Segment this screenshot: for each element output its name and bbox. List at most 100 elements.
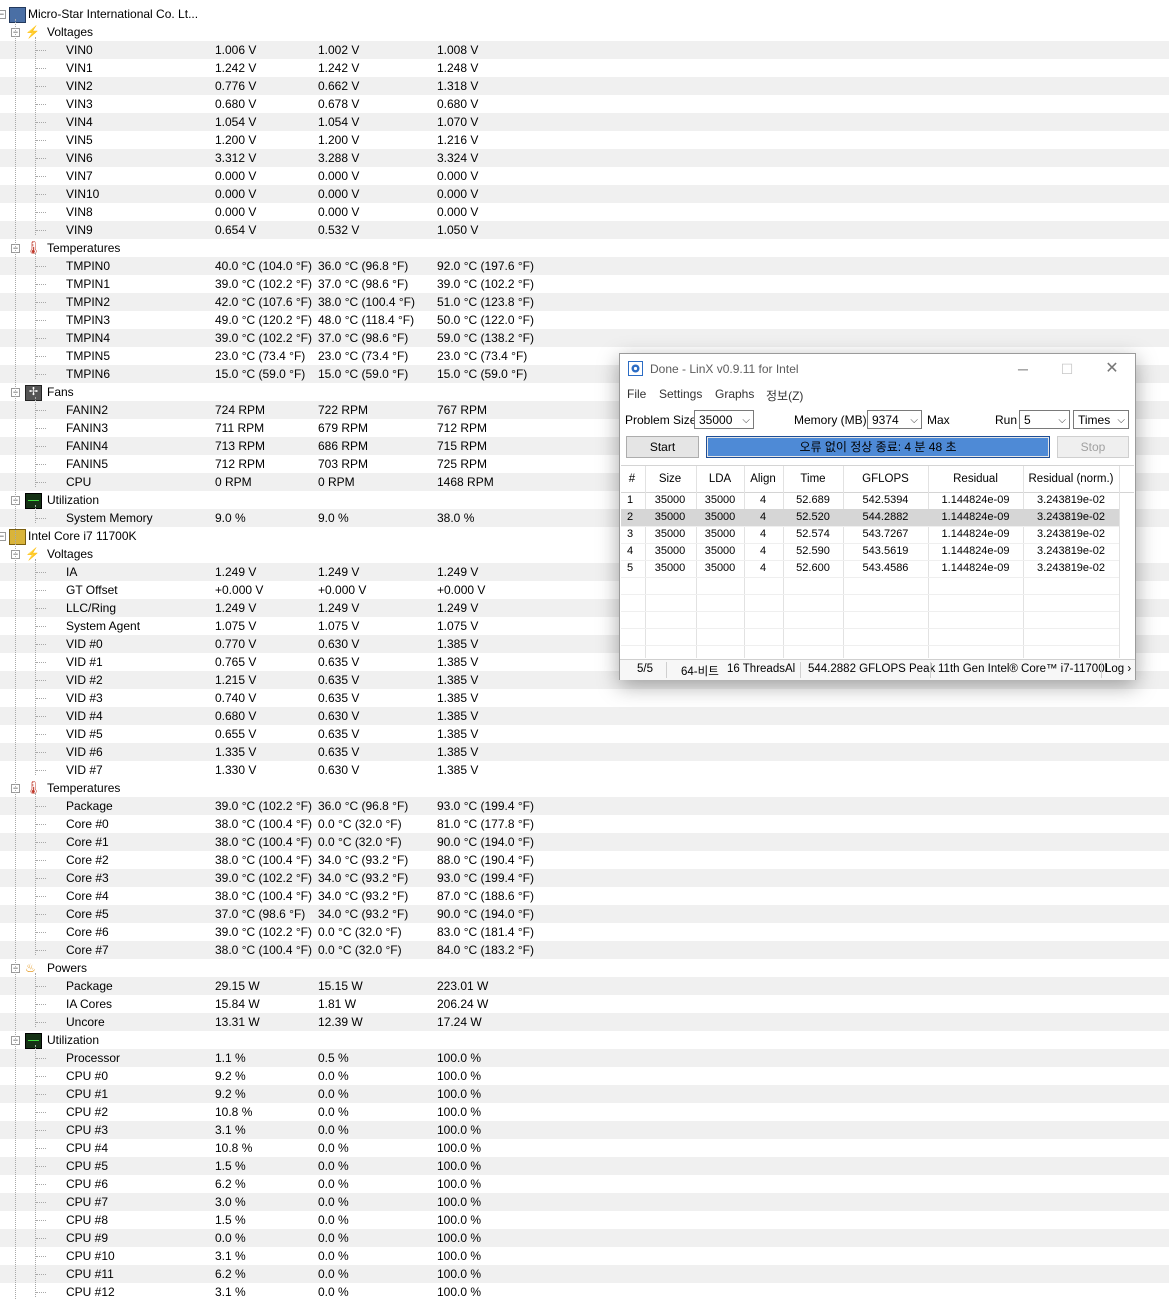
column-header[interactable]: Size [645,466,695,492]
sensor-row[interactable]: VIN0 1.006 V 1.002 V 1.008 V [0,41,1169,59]
close-button[interactable]: ✕ [1097,358,1127,380]
problem-size-combo[interactable]: 35000 ⌵ [694,410,754,429]
sensor-row[interactable]: CPU #1 9.2 % 0.0 % 100.0 % [0,1085,1169,1103]
tree-connector [36,1076,46,1077]
start-button[interactable]: Start [626,436,699,458]
sensor-row[interactable]: Processor 1.1 % 0.5 % 100.0 % [0,1049,1169,1067]
stop-button[interactable]: Stop [1057,436,1129,458]
value-current: 1.075 V [215,619,257,633]
value-max: 0.000 V [437,187,479,201]
sensor-row[interactable]: Core #4 38.0 °C (100.4 °F) 34.0 °C (93.2 °… [0,887,1169,905]
sensor-row[interactable]: VIN9 0.654 V 0.532 V 1.050 V [0,221,1169,239]
sensor-row[interactable]: CPU #2 10.8 % 0.0 % 100.0 % [0,1103,1169,1121]
menu-file[interactable]: File [627,387,646,401]
sensor-row[interactable]: VID #5 0.655 V 0.635 V 1.385 V [0,725,1169,743]
run-count-combo[interactable]: 5 ⌵ [1019,410,1070,429]
sensor-row[interactable]: CPU #9 0.0 % 0.0 % 100.0 % [0,1229,1169,1247]
sensor-label: VIN10 [66,187,100,201]
menu-info[interactable]: 정보(Z) [766,387,803,404]
sensor-label: CPU #0 [66,1069,109,1083]
sensor-row[interactable]: VIN4 1.054 V 1.054 V 1.070 V [0,113,1169,131]
result-row[interactable]: 1 35000 35000 4 52.689 542.5394 1.144824e-09 3.… [621,492,1119,509]
result-row[interactable]: 4 35000 35000 4 52.590 543.5619 1.144824e-09 3.… [621,543,1119,560]
collapse-toggle-icon[interactable]: − [0,532,6,541]
sensor-row[interactable]: Package 39.0 °C (102.2 °F) 36.0 °C (96.8 °… [0,797,1169,815]
sensor-row[interactable]: VID #4 0.680 V 0.630 V 1.385 V [0,707,1169,725]
results-table[interactable]: # Size LDA Align Time GFLOPS Residual Residual … [621,465,1134,658]
device-row[interactable]: − Micro-Star International Co. Lt... [0,5,1169,23]
sensor-row[interactable]: TMPIN2 42.0 °C (107.6 °F) 38.0 °C (100.4 °… [0,293,1169,311]
sensor-label: VIN5 [66,133,93,147]
sensor-row[interactable]: Core #0 38.0 °C (100.4 °F) 0.0 °C (32.0 °F… [0,815,1169,833]
column-header[interactable]: LDA [696,466,744,492]
sensor-row[interactable]: Core #5 37.0 °C (98.6 °F) 34.0 °C (93.2 °F… [0,905,1169,923]
maximize-button[interactable]: ☐ [1052,358,1082,380]
column-header[interactable]: Residual (norm.) [1023,466,1119,492]
result-row[interactable]: 2 35000 35000 4 52.520 544.2882 1.144824e-09 3.… [621,509,1119,526]
minimize-button[interactable]: ─ [1008,358,1038,380]
group-row[interactable]: − 🌡 Temperatures [0,239,1169,257]
log-button[interactable]: Log › [1105,663,1131,675]
column-header[interactable]: Time [783,466,843,492]
sensor-row[interactable]: CPU #5 1.5 % 0.0 % 100.0 % [0,1157,1169,1175]
result-row[interactable]: 5 35000 35000 4 52.600 543.4586 1.144824e-09 3.… [621,560,1119,577]
sensor-row[interactable]: CPU #6 6.2 % 0.0 % 100.0 % [0,1175,1169,1193]
sensor-row[interactable]: VIN8 0.000 V 0.000 V 0.000 V [0,203,1169,221]
sensor-row[interactable]: CPU #10 3.1 % 0.0 % 100.0 % [0,1247,1169,1265]
value-min: 1.242 V [318,61,360,75]
menu-graphs[interactable]: Graphs [715,387,754,401]
group-row[interactable]: − Utilization [0,1031,1169,1049]
sensor-row[interactable]: Core #1 38.0 °C (100.4 °F) 0.0 °C (32.0 °F… [0,833,1169,851]
sensor-row[interactable]: VID #7 1.330 V 0.630 V 1.385 V [0,761,1169,779]
sensor-row[interactable]: CPU #12 3.1 % 0.0 % 100.0 % [0,1283,1169,1301]
sensor-row[interactable]: IA Cores 15.84 W 1.81 W 206.24 W [0,995,1169,1013]
sensor-row[interactable]: TMPIN4 39.0 °C (102.2 °F) 37.0 °C (98.6 °F… [0,329,1169,347]
sensor-row[interactable]: Core #7 38.0 °C (100.4 °F) 0.0 °C (32.0 °F… [0,941,1169,959]
max-button[interactable]: Max [927,413,950,427]
sensor-row[interactable]: CPU #3 3.1 % 0.0 % 100.0 % [0,1121,1169,1139]
sensor-row[interactable]: VID #3 0.740 V 0.635 V 1.385 V [0,689,1169,707]
sensor-row[interactable]: CPU #0 9.2 % 0.0 % 100.0 % [0,1067,1169,1085]
column-header[interactable]: GFLOPS [843,466,928,492]
sensor-label: IA [66,565,78,579]
sensor-row[interactable]: VID #6 1.335 V 0.635 V 1.385 V [0,743,1169,761]
status-bar: 5/5 64-비트 16 ThreadsAl 544.2882 GFLOPS Peak… [620,659,1135,680]
sensor-row[interactable]: Package 29.15 W 15.15 W 223.01 W [0,977,1169,995]
sensor-row[interactable]: Core #2 38.0 °C (100.4 °F) 34.0 °C (93.2 °… [0,851,1169,869]
sensor-row[interactable]: TMPIN1 39.0 °C (102.2 °F) 37.0 °C (98.6 °F… [0,275,1169,293]
sensor-row[interactable]: Core #6 39.0 °C (102.2 °F) 0.0 °C (32.0 °F… [0,923,1169,941]
run-mode-combo[interactable]: Times ⌵ [1073,410,1129,429]
sensor-row[interactable]: TMPIN0 40.0 °C (104.0 °F) 36.0 °C (96.8 °F… [0,257,1169,275]
menu-settings[interactable]: Settings [659,387,702,401]
title-bar[interactable]: Done - LinX v0.9.11 for Intel ─ ☐ ✕ [620,354,1135,384]
column-header[interactable]: Residual [928,466,1023,492]
sensor-label: Uncore [66,1015,105,1029]
value-current: 0.000 V [215,187,257,201]
group-row[interactable]: − ⚡ Voltages [0,23,1169,41]
sensor-row[interactable]: CPU #11 6.2 % 0.0 % 100.0 % [0,1265,1169,1283]
linx-window[interactable]: Done - LinX v0.9.11 for Intel ─ ☐ ✕ File… [619,353,1136,680]
sensor-row[interactable]: VIN6 3.312 V 3.288 V 3.324 V [0,149,1169,167]
sensor-row[interactable]: Core #3 39.0 °C (102.2 °F) 34.0 °C (93.2 °… [0,869,1169,887]
tree-connector [36,734,46,735]
sensor-row[interactable]: Uncore 13.31 W 12.39 W 17.24 W [0,1013,1169,1031]
column-header[interactable]: Align [744,466,782,492]
sensor-row[interactable]: VIN3 0.680 V 0.678 V 0.680 V [0,95,1169,113]
result-row[interactable]: 3 35000 35000 4 52.574 543.7267 1.144824e-09 3.… [621,526,1119,543]
sensor-row[interactable]: VIN1 1.242 V 1.242 V 1.248 V [0,59,1169,77]
sensor-row[interactable]: VIN7 0.000 V 0.000 V 0.000 V [0,167,1169,185]
group-row[interactable]: − 🌡 Temperatures [0,779,1169,797]
sensor-row[interactable]: CPU #4 10.8 % 0.0 % 100.0 % [0,1139,1169,1157]
value-max: 100.0 % [437,1069,482,1083]
column-header[interactable]: # [621,466,643,492]
sensor-row[interactable]: CPU #8 1.5 % 0.0 % 100.0 % [0,1211,1169,1229]
group-row[interactable]: − ♨ Powers [0,959,1169,977]
sensor-label: Core #0 [66,817,109,831]
sensor-row[interactable]: VIN2 0.776 V 0.662 V 1.318 V [0,77,1169,95]
sensor-row[interactable]: VIN10 0.000 V 0.000 V 0.000 V [0,185,1169,203]
collapse-toggle-icon[interactable]: − [0,10,6,19]
sensor-row[interactable]: TMPIN3 49.0 °C (120.2 °F) 48.0 °C (118.4 °… [0,311,1169,329]
memory-combo[interactable]: 9374 ⌵ [867,410,922,429]
sensor-row[interactable]: VIN5 1.200 V 1.200 V 1.216 V [0,131,1169,149]
sensor-row[interactable]: CPU #7 3.0 % 0.0 % 100.0 % [0,1193,1169,1211]
